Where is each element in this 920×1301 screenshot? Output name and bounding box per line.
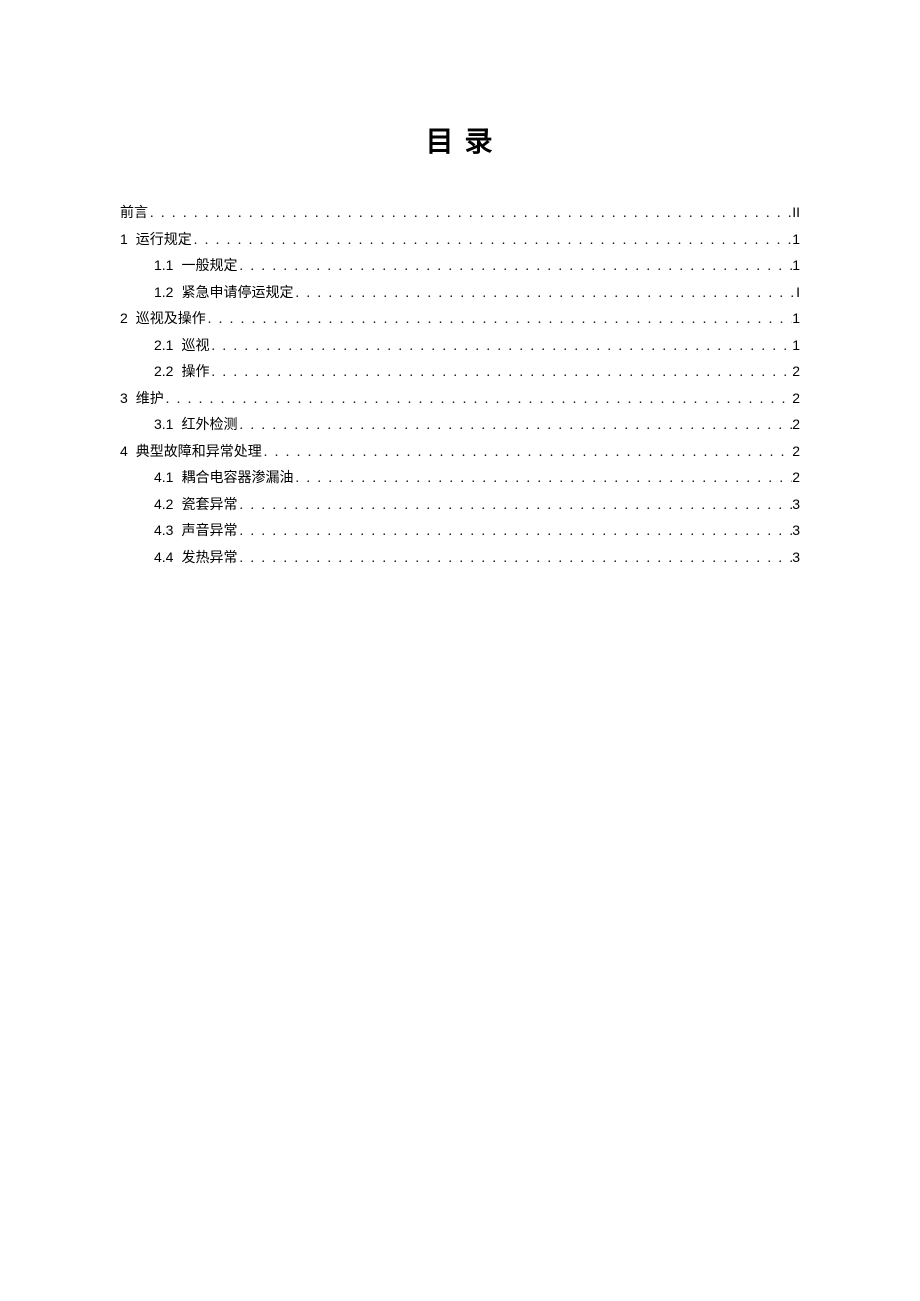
toc-entry-page: II xyxy=(792,200,800,225)
toc-entry-text: 前言 xyxy=(120,206,148,221)
toc-entry-text: 紧急申请停运规定 xyxy=(181,286,293,301)
toc-entry-page: 2 xyxy=(792,359,800,384)
toc-leader-dots xyxy=(209,335,792,360)
toc-entry: 2.1 巡视 1 xyxy=(120,333,800,360)
toc-entry-number: 4.1 xyxy=(154,465,173,490)
toc-entry-label: 1.2 紧急申请停运规定 xyxy=(154,280,293,307)
toc-entry: 4 典型故障和异常处理 2 xyxy=(120,439,800,466)
toc-entry-label: 2.2 操作 xyxy=(154,359,209,386)
toc-entry-text: 耦合电容器渗漏油 xyxy=(181,471,293,486)
document-page: 目 录 前言II1运行规定11.1一般规定11.2紧急申请停运规定I2巡视及操作… xyxy=(0,0,920,571)
toc-entry: 1.1 一般规定 1 xyxy=(120,253,800,280)
toc-entry-label: 2 巡视及操作 xyxy=(120,306,206,333)
toc-entry-text: 红外检测 xyxy=(181,418,237,433)
toc-entry: 4.2 瓷套异常 3 xyxy=(120,492,800,519)
toc-leader-dots xyxy=(192,229,792,254)
toc-entry-label: 4.1 耦合电容器渗漏油 xyxy=(154,465,293,492)
toc-leader-dots xyxy=(237,414,792,439)
toc-entry: 前言 II xyxy=(120,200,800,227)
toc-entry-text: 声音异常 xyxy=(181,524,237,539)
toc-leader-dots xyxy=(262,441,792,466)
toc-leader-dots xyxy=(237,547,792,572)
toc-entry-number: 4 xyxy=(120,439,128,464)
toc-entry-page: 2 xyxy=(792,439,800,464)
toc-leader-dots xyxy=(293,282,796,307)
toc-leader-dots xyxy=(209,361,792,386)
toc-entry-number: 2 xyxy=(120,306,128,331)
toc-entry-label: 1 运行规定 xyxy=(120,227,192,254)
toc-entry-page: I xyxy=(796,280,800,305)
toc-entry-text: 一般规定 xyxy=(181,259,237,274)
toc-entry-label: 4.4 发热异常 xyxy=(154,545,237,572)
toc-entry-label: 前言 xyxy=(120,202,148,227)
toc-leader-dots xyxy=(148,202,792,227)
toc-entry-page: 1 xyxy=(792,227,800,252)
toc-entry-label: 3 维护 xyxy=(120,386,164,413)
toc-entry-number: 4.3 xyxy=(154,518,173,543)
toc-entry-text: 瓷套异常 xyxy=(181,498,237,513)
toc-entry-text: 巡视及操作 xyxy=(136,312,206,327)
toc-entry-page: 2 xyxy=(792,412,800,437)
toc-entry: 1 运行规定 1 xyxy=(120,227,800,254)
toc-leader-dots xyxy=(164,388,792,413)
toc-entry-label: 1.1 一般规定 xyxy=(154,253,237,280)
toc-entry-text: 运行规定 xyxy=(136,233,192,248)
toc-entry-number: 2.1 xyxy=(154,333,173,358)
toc-entry-text: 维护 xyxy=(136,392,164,407)
toc-entry-text: 典型故障和异常处理 xyxy=(136,445,262,460)
toc-entry-label: 4.3 声音异常 xyxy=(154,518,237,545)
toc-entry: 4.4 发热异常 3 xyxy=(120,545,800,572)
toc-leader-dots xyxy=(237,494,792,519)
toc-entry-page: 2 xyxy=(792,386,800,411)
toc-leader-dots xyxy=(237,255,792,280)
toc-entry: 3 维护 2 xyxy=(120,386,800,413)
toc-entry-page: 3 xyxy=(792,518,800,543)
toc-entry-number: 1 xyxy=(120,227,128,252)
toc-entry-number: 3 xyxy=(120,386,128,411)
toc-leader-dots xyxy=(293,467,792,492)
toc-leader-dots xyxy=(206,308,792,333)
toc-leader-dots xyxy=(237,520,792,545)
toc-entry-text: 操作 xyxy=(181,365,209,380)
toc-entry: 2.2 操作 2 xyxy=(120,359,800,386)
toc-entry: 4.3 声音异常 3 xyxy=(120,518,800,545)
toc-entry-page: 2 xyxy=(792,465,800,490)
toc-entry: 3.1 红外检测 2 xyxy=(120,412,800,439)
toc-entry-label: 4 典型故障和异常处理 xyxy=(120,439,262,466)
table-of-contents: 前言II1运行规定11.1一般规定11.2紧急申请停运规定I2巡视及操作12.1… xyxy=(120,200,800,571)
toc-entry-label: 3.1 红外检测 xyxy=(154,412,237,439)
toc-entry-text: 巡视 xyxy=(181,339,209,354)
toc-entry-label: 4.2 瓷套异常 xyxy=(154,492,237,519)
toc-entry-page: 1 xyxy=(792,253,800,278)
toc-title: 目 录 xyxy=(120,120,800,160)
toc-entry-page: 1 xyxy=(792,333,800,358)
toc-entry-number: 4.4 xyxy=(154,545,173,570)
toc-entry: 4.1 耦合电容器渗漏油 2 xyxy=(120,465,800,492)
toc-entry: 2 巡视及操作 1 xyxy=(120,306,800,333)
toc-entry-number: 4.2 xyxy=(154,492,173,517)
toc-entry: 1.2 紧急申请停运规定 I xyxy=(120,280,800,307)
toc-entry-text: 发热异常 xyxy=(181,551,237,566)
toc-entry-page: 3 xyxy=(792,492,800,517)
toc-entry-number: 3.1 xyxy=(154,412,173,437)
toc-entry-number: 1.2 xyxy=(154,280,173,305)
toc-entry-number: 2.2 xyxy=(154,359,173,384)
toc-entry-page: 3 xyxy=(792,545,800,570)
toc-entry-label: 2.1 巡视 xyxy=(154,333,209,360)
toc-entry-page: 1 xyxy=(792,306,800,331)
toc-entry-number: 1.1 xyxy=(154,253,173,278)
